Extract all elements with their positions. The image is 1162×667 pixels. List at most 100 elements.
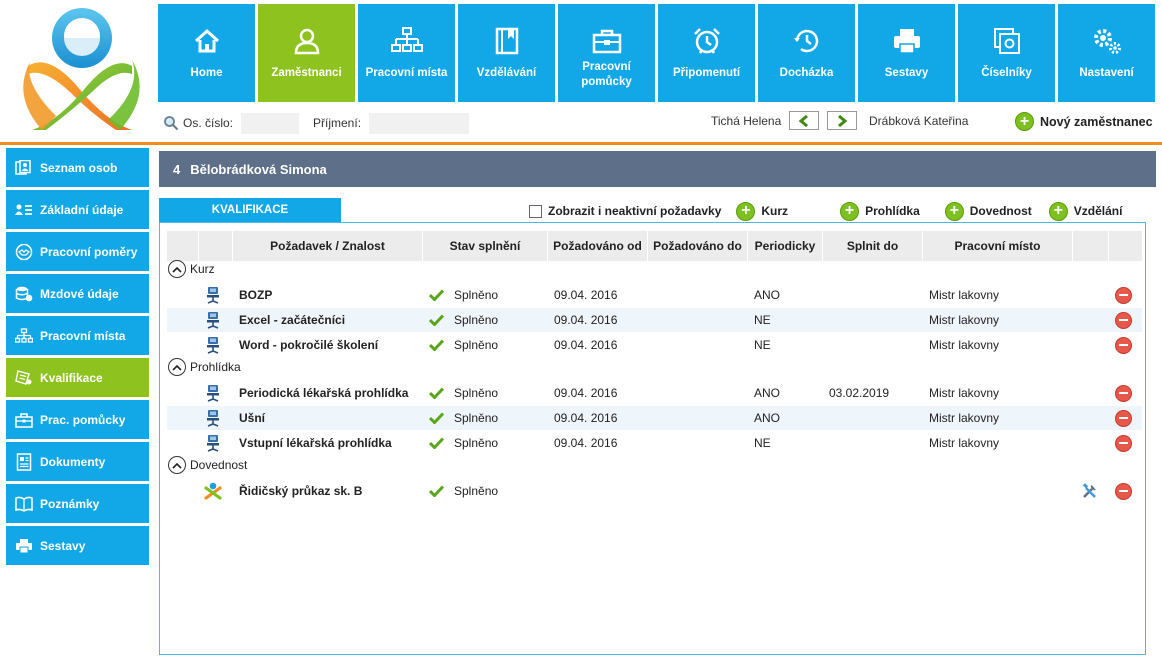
- table-row[interactable]: Ušní Splněno 09.04. 2016 ANO Mistr lakovny: [167, 406, 1142, 430]
- printer-icon: [14, 537, 34, 555]
- sidebar-item-kvalifikace[interactable]: Kvalifikace: [6, 358, 149, 397]
- table-row[interactable]: Excel - začátečníci Splněno 09.04. 2016 NE M…: [167, 308, 1142, 332]
- workplace: Mistr lakovny: [929, 313, 1000, 327]
- nav-pracovni-pomucky[interactable]: Pracovní pomůcky: [558, 4, 655, 102]
- os-cislo-input[interactable]: [241, 112, 300, 134]
- qualification-actions: Zobrazit i neaktivní požadavky + Kurz + …: [529, 200, 1122, 222]
- delete-button[interactable]: [1113, 381, 1133, 405]
- table-row[interactable]: BOZP Splněno 09.04. 2016 ANO Mistr lakovny: [167, 283, 1142, 307]
- show-inactive-toggle[interactable]: Zobrazit i neaktivní požadavky: [529, 204, 721, 218]
- status-text: Splněno: [454, 386, 499, 400]
- group-header: Kurz: [168, 260, 215, 278]
- show-inactive-checkbox[interactable]: [529, 204, 542, 218]
- check-icon: [429, 381, 444, 405]
- column-header-tools: [1073, 231, 1109, 261]
- delete-button[interactable]: [1113, 333, 1133, 357]
- delete-button[interactable]: [1113, 308, 1133, 332]
- nav-label: Vzdělávání: [476, 67, 537, 79]
- column-header-periodicky[interactable]: Periodicky: [748, 231, 823, 261]
- qualification-grid: Požadavek / Znalost Stav splnění Požadov…: [159, 222, 1146, 655]
- column-header-pozadavek[interactable]: Požadavek / Znalost: [233, 231, 423, 261]
- nav-home[interactable]: Home: [158, 4, 255, 102]
- prijmeni-input[interactable]: [369, 112, 470, 134]
- add-prohlidka-label: Prohlídka: [865, 204, 920, 218]
- delete-button[interactable]: [1113, 479, 1133, 503]
- table-row[interactable]: Word - pokročilé školení Splněno 09.04. 20…: [167, 333, 1142, 357]
- chevron-right-icon: [838, 114, 848, 127]
- nav-pracovni-mista[interactable]: Pracovní místa: [358, 4, 455, 102]
- sidebar-item-prac-pomucky[interactable]: Prac. pomůcky: [6, 400, 149, 439]
- previous-employee-button[interactable]: [789, 111, 819, 130]
- sidebar-item-seznam-osob[interactable]: Seznam osob: [6, 148, 149, 187]
- workplace: Mistr lakovny: [929, 338, 1000, 352]
- requirement-name: Vstupní lékařská prohlídka: [239, 436, 392, 450]
- sidebar-item-poznamky[interactable]: Poznámky: [6, 484, 149, 523]
- requirement-name: Periodická lékařská prohlídka: [239, 386, 409, 400]
- table-row[interactable]: Řidičský průkaz sk. B Splněno: [167, 479, 1142, 503]
- sidebar: Seznam osob Základní údaje Pracovní pomě…: [6, 148, 149, 568]
- column-header-splnit[interactable]: Splnit do: [823, 231, 923, 261]
- sidebar-item-label: Kvalifikace: [40, 370, 103, 385]
- nav-vzdelavani[interactable]: Vzdělávání: [458, 4, 555, 102]
- collapse-icon[interactable]: [168, 358, 186, 376]
- training-chair-icon: [203, 406, 223, 430]
- minus-circle-icon: [1114, 286, 1132, 304]
- nav-zamestnanci[interactable]: Zaměstnanci: [258, 4, 355, 102]
- coins-icon: [14, 285, 34, 303]
- plus-icon: +: [1015, 112, 1034, 131]
- toolbox-icon: [590, 24, 624, 58]
- divider: [0, 142, 1162, 145]
- column-header-misto[interactable]: Pracovní místo: [923, 231, 1073, 261]
- plus-icon: +: [736, 201, 756, 221]
- add-dovednost-button[interactable]: + Dovednost: [944, 201, 1032, 221]
- nav-dochazka[interactable]: Docházka: [758, 4, 855, 102]
- printer-icon: [890, 24, 924, 58]
- table-row[interactable]: Vstupní lékařská prohlídka Splněno 09.04. …: [167, 431, 1142, 455]
- gears-icon: [1090, 24, 1124, 58]
- status-text: Splněno: [454, 338, 499, 352]
- collapse-icon[interactable]: [168, 260, 186, 278]
- add-kurz-button[interactable]: + Kurz: [736, 201, 788, 221]
- tab-kvalifikace[interactable]: KVALIFIKACE: [159, 198, 341, 222]
- tools-icon[interactable]: [1080, 479, 1100, 503]
- new-employee-button[interactable]: + Nový zaměstnanec: [1015, 112, 1153, 131]
- check-icon: [429, 479, 444, 503]
- check-icon: [429, 283, 444, 307]
- employee-header: 4 Bělobrádková Simona: [159, 151, 1156, 187]
- minus-circle-icon: [1114, 482, 1132, 500]
- required-from: 09.04. 2016: [554, 411, 618, 425]
- nav-pripomenuti[interactable]: Připomenutí: [658, 4, 755, 102]
- delete-button[interactable]: [1113, 406, 1133, 430]
- requirement-name: Word - pokročilé školení: [239, 338, 379, 352]
- requirement-name: Ušní: [239, 411, 266, 425]
- group-label: Kurz: [190, 262, 215, 276]
- delete-button[interactable]: [1113, 431, 1133, 455]
- required-from: 09.04. 2016: [554, 338, 618, 352]
- code-list-icon: [990, 24, 1024, 58]
- sidebar-item-pracovni-mista[interactable]: Pracovní místa: [6, 316, 149, 355]
- sidebar-item-dokumenty[interactable]: Dokumenty: [6, 442, 149, 481]
- add-vzdelani-button[interactable]: + Vzdělání: [1048, 201, 1122, 221]
- collapse-icon[interactable]: [168, 456, 186, 474]
- minus-circle-icon: [1114, 311, 1132, 329]
- status-text: Splněno: [454, 411, 499, 425]
- sidebar-item-mzdove-udaje[interactable]: Mzdové údaje: [6, 274, 149, 313]
- add-prohlidka-button[interactable]: + Prohlídka: [840, 201, 920, 221]
- table-row[interactable]: Periodická lékařská prohlídka Splněno 09.0…: [167, 381, 1142, 405]
- workplace: Mistr lakovny: [929, 288, 1000, 302]
- column-header-od[interactable]: Požadováno od: [548, 231, 648, 261]
- delete-button[interactable]: [1113, 283, 1133, 307]
- sidebar-item-sestavy[interactable]: Sestavy: [6, 526, 149, 565]
- nav-ciselniky[interactable]: Číselníky: [958, 4, 1055, 102]
- next-employee-button[interactable]: [827, 111, 857, 130]
- check-icon: [429, 406, 444, 430]
- nav-nastaveni[interactable]: Nastavení: [1058, 4, 1155, 102]
- column-header-stav[interactable]: Stav splnění: [423, 231, 548, 261]
- nav-sestavy[interactable]: Sestavy: [858, 4, 955, 102]
- status-text: Splněno: [454, 436, 499, 450]
- column-header-do[interactable]: Požadováno do: [648, 231, 748, 261]
- previous-employee-name: Tichá Helena: [711, 114, 782, 128]
- minus-circle-icon: [1114, 384, 1132, 402]
- sidebar-item-pracovni-pomery[interactable]: Pracovní poměry: [6, 232, 149, 271]
- sidebar-item-zakladni-udaje[interactable]: Základní údaje: [6, 190, 149, 229]
